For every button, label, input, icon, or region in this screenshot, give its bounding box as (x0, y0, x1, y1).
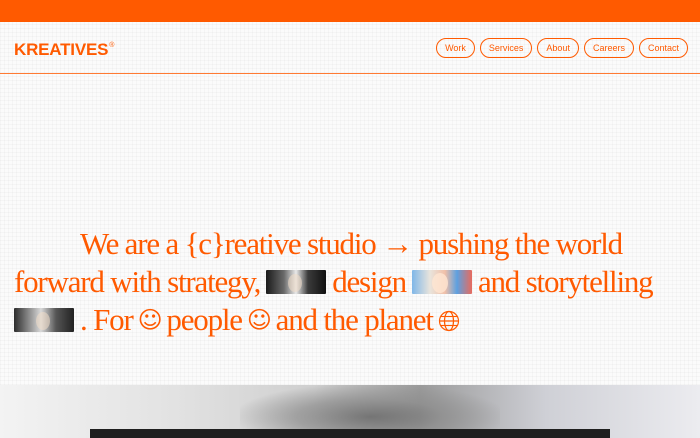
nav-services[interactable]: Services (479, 38, 533, 58)
brand-logo[interactable]: KREATIVES® (14, 40, 114, 60)
nav-work[interactable]: Work (436, 38, 475, 58)
studio-photo-thumbnail (14, 308, 74, 332)
nav-careers[interactable]: Careers (583, 38, 634, 58)
brand-name: KREATIVES (14, 40, 109, 59)
hero-line-3: . For ☺ people ☺ and the planet (14, 301, 465, 339)
hero-text-1: We are a {c}reative studio → pushing the… (80, 226, 623, 261)
registered-mark: ® (109, 42, 115, 49)
photo-dark-band (90, 429, 610, 438)
hero-text-2b: design (332, 264, 407, 299)
smiley-icon: ☺ (137, 306, 163, 334)
portrait-photo-thumbnail (411, 270, 472, 294)
smiley-icon: ☺ (246, 306, 272, 334)
nav-contact[interactable]: Contact (638, 38, 688, 58)
main-nav: Work Services About Careers Contact (436, 38, 688, 58)
hero-line-1: We are a {c}reative studio → pushing the… (80, 225, 623, 263)
site-header: KREATIVES® Work Services About Careers C… (0, 22, 700, 74)
nav-about[interactable]: About (537, 38, 579, 58)
team-photo-thumbnail (266, 270, 327, 294)
hero-text-2a: forward with strategy, (14, 264, 261, 299)
hero-line-2: forward with strategy, design and storyt… (14, 263, 654, 301)
featured-photo (0, 385, 700, 438)
top-accent-bar (0, 0, 700, 22)
globe-icon (438, 301, 460, 339)
hero-text-3a: . For (80, 302, 134, 337)
hero-text-3b: people (166, 302, 243, 337)
hero-text-3c: and the planet (275, 302, 434, 337)
hero-text-2c: and storytelling (477, 264, 654, 299)
